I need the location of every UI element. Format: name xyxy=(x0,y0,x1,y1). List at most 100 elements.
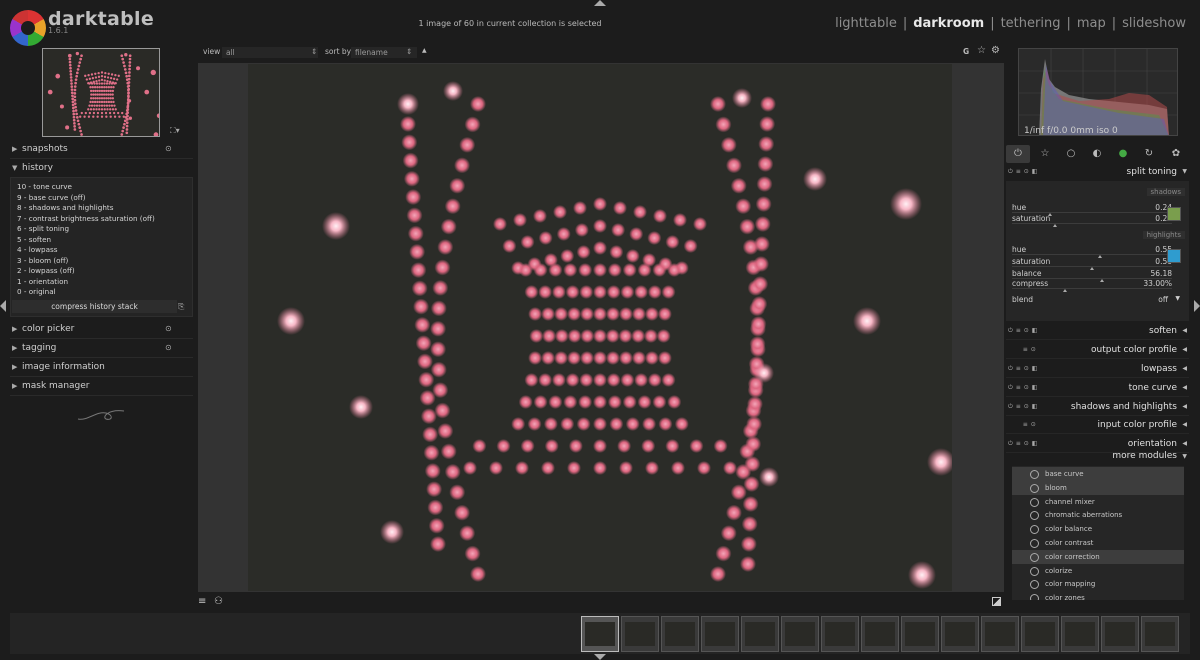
star-icon[interactable]: ☆ xyxy=(977,45,986,56)
view-tethering[interactable]: tethering xyxy=(1001,16,1061,31)
styles-icon[interactable]: ⚇ xyxy=(214,596,223,607)
active-modules-power-icon[interactable]: ⏻ xyxy=(1006,145,1030,163)
image-preview[interactable] xyxy=(248,64,952,591)
filmstrip-thumbnail[interactable] xyxy=(941,616,979,652)
history-item[interactable]: 3 - bloom (off) xyxy=(17,256,155,267)
view-filter-select[interactable]: all xyxy=(222,47,318,58)
correction-group-icon[interactable]: ↻ xyxy=(1137,145,1161,163)
history-item[interactable]: 8 - shadows and highlights xyxy=(17,203,155,214)
basic-group-circle-icon[interactable]: ○ xyxy=(1059,145,1083,163)
collapse-arrow-icon[interactable]: ◀ xyxy=(1182,403,1187,410)
collapse-top-arrow-icon[interactable] xyxy=(594,0,606,6)
filmstrip-thumbnail[interactable] xyxy=(661,616,699,652)
module-controls-icons[interactable]: ⏻≡⊙◧ xyxy=(1008,384,1040,392)
section-image-information[interactable]: ▶ image information xyxy=(10,359,193,377)
shadows-color-swatch[interactable] xyxy=(1167,207,1181,221)
collapse-left-arrow-icon[interactable] xyxy=(0,300,6,312)
zoom-fit-icon[interactable]: ⛶▾ xyxy=(170,126,180,136)
history-item[interactable]: 5 - soften xyxy=(17,235,155,246)
filmstrip-thumbnail[interactable] xyxy=(981,616,1019,652)
collapse-arrow-icon[interactable]: ◀ xyxy=(1182,440,1187,447)
section-mask-manager[interactable]: ▶ mask manager xyxy=(10,378,193,396)
filmstrip-thumbnail[interactable] xyxy=(621,616,659,652)
filmstrip-thumbnail[interactable] xyxy=(1021,616,1059,652)
slider-knob[interactable] xyxy=(1053,224,1058,227)
section-history[interactable]: ▼ history xyxy=(10,160,193,178)
view-slideshow[interactable]: slideshow xyxy=(1122,16,1186,31)
more-module-item[interactable]: channel mixer xyxy=(1012,495,1184,509)
module-controls-icons[interactable]: ⏻≡⊙◧ xyxy=(1008,365,1040,373)
collapse-arrow-icon[interactable]: ◀ xyxy=(1182,384,1187,391)
more-modules-header[interactable]: more modules ▼ xyxy=(1006,451,1189,465)
presets-menu-icon[interactable]: ≡ xyxy=(198,596,206,607)
navigation-thumbnail[interactable] xyxy=(42,48,160,137)
compress-slider[interactable]: compress 33.00% xyxy=(1012,279,1172,292)
favorites-star-icon[interactable]: ☆ xyxy=(1033,145,1057,163)
section-snapshots[interactable]: ▶ snapshots ⊙ xyxy=(10,141,193,159)
expand-arrow-icon[interactable]: ▼ xyxy=(1182,453,1187,460)
more-module-item[interactable]: color balance xyxy=(1012,522,1184,536)
module-soften[interactable]: ⏻≡⊙◧ soften ◀ xyxy=(1006,322,1189,340)
more-module-item[interactable]: color mapping xyxy=(1012,577,1184,591)
collapse-bottom-arrow-icon[interactable] xyxy=(594,654,606,660)
module-controls-icons[interactable]: ⏻≡⊙◧ xyxy=(1008,403,1040,411)
view-map[interactable]: map xyxy=(1077,16,1106,31)
collapse-arrow-icon[interactable]: ◀ xyxy=(1182,346,1187,353)
history-item[interactable]: 7 - contrast brightness saturation (off) xyxy=(17,214,155,225)
history-item[interactable]: 10 - tone curve xyxy=(17,182,155,193)
module-controls-icons[interactable]: ⏻≡⊙◧ xyxy=(1008,327,1040,335)
module-shadows-and-highlights[interactable]: ⏻≡⊙◧ shadows and highlights ◀ xyxy=(1006,398,1189,416)
highlights-color-swatch[interactable] xyxy=(1167,249,1181,263)
history-item[interactable]: 6 - split toning xyxy=(17,224,155,235)
history-item[interactable]: 0 - original xyxy=(17,287,155,298)
history-item[interactable]: 9 - base curve (off) xyxy=(17,193,155,204)
module-tone-curve[interactable]: ⏻≡⊙◧ tone curve ◀ xyxy=(1006,379,1189,397)
split-toning-header[interactable]: ⏻≡⊙◧ split toning ▼ xyxy=(1006,164,1189,180)
reset-icon[interactable]: ⊙ xyxy=(165,343,172,352)
history-style-icon[interactable]: ⎘ xyxy=(178,302,184,312)
slider-knob[interactable] xyxy=(1062,289,1067,292)
grouping-icon[interactable]: G xyxy=(963,47,969,56)
more-module-item[interactable]: base curve xyxy=(1012,467,1184,481)
more-module-item[interactable]: color contrast xyxy=(1012,536,1184,550)
section-tagging[interactable]: ▶ tagging ⊙ xyxy=(10,340,193,358)
more-module-item[interactable]: color zones xyxy=(1012,591,1184,600)
filmstrip-thumbnail[interactable] xyxy=(1141,616,1179,652)
module-lowpass[interactable]: ⏻≡⊙◧ lowpass ◀ xyxy=(1006,360,1189,378)
expand-arrow-icon[interactable]: ▼ xyxy=(1182,168,1187,175)
shadows-hue-slider[interactable]: hue 0.24 xyxy=(1012,203,1172,216)
view-darkroom[interactable]: darkroom xyxy=(913,16,984,31)
module-controls-icons[interactable]: ⏻≡⊙◧ xyxy=(1008,168,1040,176)
effects-group-icon[interactable]: ✿ xyxy=(1164,145,1188,163)
highlights-saturation-slider[interactable]: saturation 0.50 xyxy=(1012,257,1172,270)
history-item[interactable]: 1 - orientation xyxy=(17,277,155,288)
shadows-saturation-slider[interactable]: saturation 0.27 xyxy=(1012,214,1172,227)
module-controls-icons[interactable]: ≡⊙ xyxy=(1008,346,1039,353)
more-module-item[interactable]: colorize xyxy=(1012,564,1184,578)
filmstrip-thumbnail[interactable] xyxy=(1101,616,1139,652)
compress-history-button[interactable]: compress history stack xyxy=(12,300,177,313)
module-output-color-profile[interactable]: ≡⊙ output color profile ◀ xyxy=(1006,341,1189,359)
module-controls-icons[interactable]: ⏻≡⊙◧ xyxy=(1008,440,1040,448)
tone-group-half-circle-icon[interactable]: ◐ xyxy=(1085,145,1109,163)
reset-icon[interactable]: ⊙ xyxy=(165,144,172,153)
filmstrip-thumbnail[interactable] xyxy=(701,616,739,652)
more-module-item[interactable]: bloom xyxy=(1012,480,1184,495)
balance-slider[interactable]: balance 56.18 xyxy=(1012,269,1172,282)
collapse-arrow-icon[interactable]: ◀ xyxy=(1182,327,1187,334)
filmstrip-thumbnail[interactable] xyxy=(581,616,619,652)
view-lighttable[interactable]: lighttable xyxy=(835,16,897,31)
blend-mode-select[interactable]: blend off ▼ xyxy=(1012,295,1182,304)
histogram[interactable] xyxy=(1018,48,1178,136)
collapse-right-arrow-icon[interactable] xyxy=(1194,300,1200,312)
filmstrip-thumbnail[interactable] xyxy=(1061,616,1099,652)
filmstrip-thumbnail[interactable] xyxy=(861,616,899,652)
module-input-color-profile[interactable]: ≡⊙ input color profile ◀ xyxy=(1006,416,1189,434)
color-group-icon[interactable]: ● xyxy=(1111,145,1135,163)
filmstrip-thumbnail[interactable] xyxy=(821,616,859,652)
collapse-arrow-icon[interactable]: ◀ xyxy=(1182,365,1187,372)
more-module-item[interactable]: chromatic aberrations xyxy=(1012,508,1184,522)
module-controls-icons[interactable]: ≡⊙ xyxy=(1008,421,1039,428)
filmstrip-thumbnail[interactable] xyxy=(781,616,819,652)
gear-icon[interactable]: ⚙ xyxy=(991,45,1000,56)
